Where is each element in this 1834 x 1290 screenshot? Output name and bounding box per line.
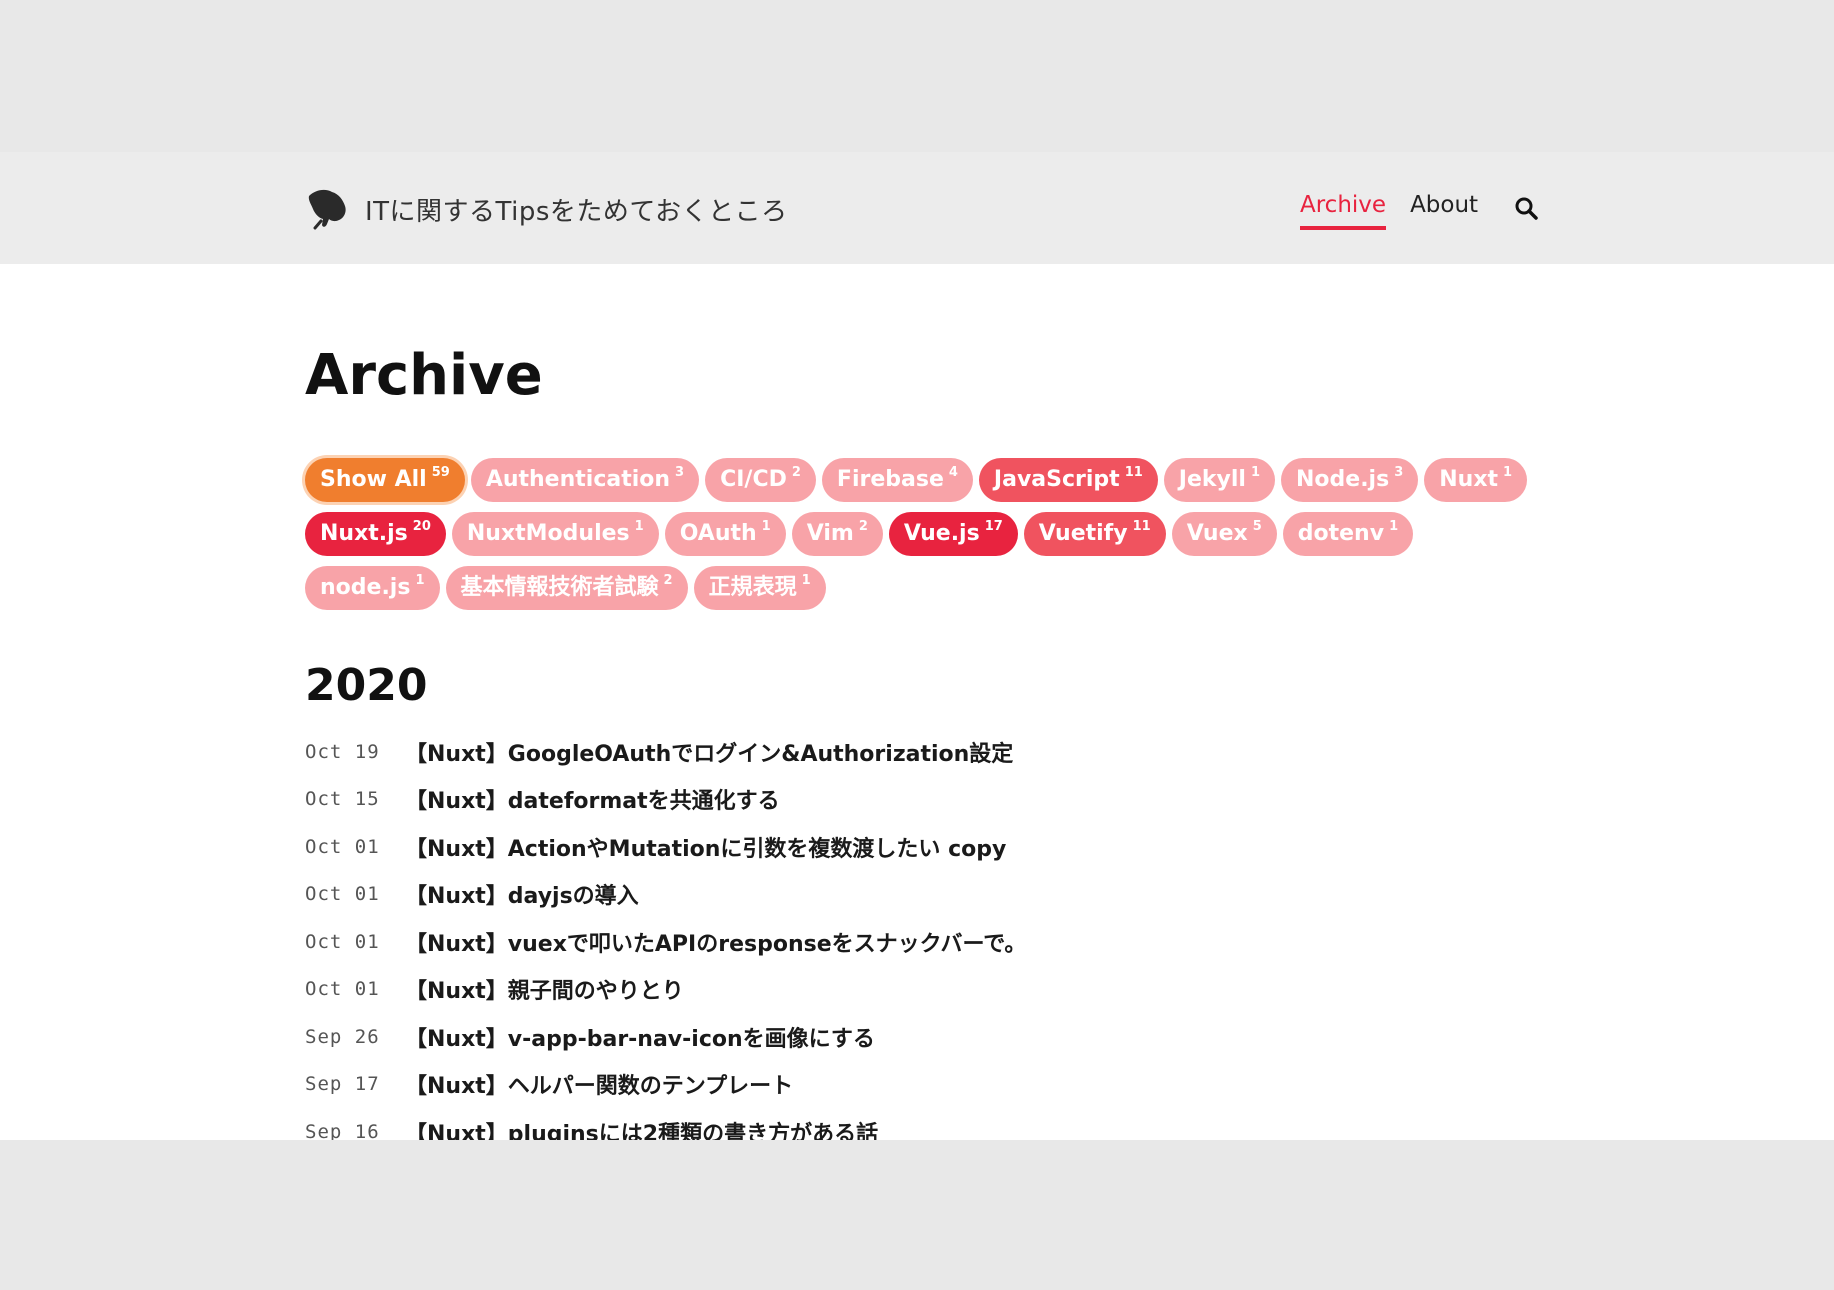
post-date: Sep 26 [305, 1025, 380, 1048]
browser-viewport: ITに関するTipsをためておくところ Archive About Archiv… [0, 152, 1834, 1140]
tag-label: Vim [806, 521, 854, 546]
tag-label: Vuetify [1038, 521, 1128, 546]
tag-count: 11 [1124, 465, 1143, 480]
tag-count: 17 [984, 519, 1003, 534]
post-date: Oct 01 [305, 835, 380, 858]
post-row: Oct 19 【Nuxt】GoogleOAuthでログイン&Authorizati… [305, 728, 1535, 776]
post-date: Sep 16 [305, 1120, 380, 1140]
post-date: Oct 19 [305, 740, 380, 763]
tag-filter-button[interactable]: node.js 1 [305, 566, 440, 610]
tag-filter-button[interactable]: Node.js 3 [1281, 458, 1419, 502]
search-icon [1515, 197, 1538, 220]
tag-label: Show All [320, 467, 427, 492]
tag-count: 11 [1132, 519, 1151, 534]
site-header: ITに関するTipsをためておくところ Archive About [0, 152, 1834, 264]
tag-filter-button[interactable]: 基本情報技術者試験 2 [445, 566, 688, 610]
tag-count: 2 [663, 573, 673, 588]
tag-label: 基本情報技術者試験 [460, 575, 659, 600]
tag-label: Node.js [1296, 467, 1390, 492]
tag-label: Firebase [836, 467, 944, 492]
post-row: Oct 01 【Nuxt】ActionやMutationに引数を複数渡したい co… [305, 823, 1535, 871]
tag-filter-button[interactable]: 正規表現 1 [693, 566, 826, 610]
post-title-link[interactable]: 【Nuxt】dateformatを共通化する [405, 783, 780, 815]
tag-filter-button[interactable]: Jekyll 1 [1163, 458, 1275, 502]
tag-filter-list: Show All 59 Authentication 3 CI/CD 2 Firebase 4… [305, 458, 1535, 610]
tag-label: Authentication [485, 467, 671, 492]
tag-count: 1 [1389, 519, 1399, 534]
tag-filter-button[interactable]: OAuth 1 [664, 512, 786, 556]
tag-count: 1 [634, 519, 644, 534]
tag-filter-button[interactable]: Nuxt 1 [1424, 458, 1528, 502]
post-title-link[interactable]: 【Nuxt】GoogleOAuthでログイン&Authorization設定 [405, 736, 1013, 768]
post-title-link[interactable]: 【Nuxt】ヘルパー関数のテンプレート [405, 1068, 793, 1100]
tag-filter-button[interactable]: Vuex 5 [1171, 512, 1277, 556]
post-row: Sep 16 【Nuxt】pluginsには2種類の書き方がある話 [305, 1108, 1535, 1140]
post-row: Oct 01 【Nuxt】vuexで叩いたAPIのresponseをスナックバーで… [305, 918, 1535, 966]
tag-filter-button[interactable]: JavaScript 11 [978, 458, 1158, 502]
post-row: Sep 17 【Nuxt】ヘルパー関数のテンプレート [305, 1061, 1535, 1109]
tag-label: 正規表現 [708, 575, 797, 600]
tag-count: 1 [415, 573, 425, 588]
post-date: Oct 01 [305, 930, 380, 953]
post-list: Oct 19 【Nuxt】GoogleOAuthでログイン&Authorizati… [305, 728, 1535, 1140]
tag-label: OAuth [679, 521, 757, 546]
tag-count: 3 [1394, 465, 1404, 480]
tag-label: node.js [320, 575, 411, 600]
tag-count: 20 [412, 519, 431, 534]
tag-count: 3 [675, 465, 685, 480]
tag-label: Vue.js [903, 521, 980, 546]
post-date: Sep 17 [305, 1073, 380, 1096]
post-row: Oct 15 【Nuxt】dateformatを共通化する [305, 776, 1535, 824]
year-heading: 2020 [305, 660, 428, 711]
post-row: Oct 01 【Nuxt】親子間のやりとり [305, 966, 1535, 1014]
site-title[interactable]: ITに関するTipsをためておくところ [365, 191, 788, 228]
post-title-link[interactable]: 【Nuxt】v-app-bar-nav-iconを画像にする [405, 1021, 875, 1053]
post-title-link[interactable]: 【Nuxt】pluginsには2種類の書き方がある話 [405, 1116, 878, 1140]
tag-count: 1 [1503, 465, 1513, 480]
nav-archive-link[interactable]: Archive [1300, 192, 1387, 230]
tag-count: 4 [948, 465, 958, 480]
post-title-link[interactable]: 【Nuxt】vuexで叩いたAPIのresponseをスナックバーで。 [405, 926, 1026, 958]
ginkgo-leaf-icon [308, 189, 346, 230]
tag-filter-button[interactable]: Vim 2 [791, 512, 883, 556]
page-title: Archive [305, 343, 543, 408]
tag-filter-button[interactable]: Vue.js 17 [888, 512, 1018, 556]
tag-filter-button[interactable]: Firebase 4 [821, 458, 973, 502]
tag-label: dotenv [1297, 521, 1385, 546]
tag-count: 2 [858, 519, 868, 534]
tag-label: NuxtModules [466, 521, 630, 546]
tag-count: 1 [1250, 465, 1260, 480]
tag-label: JavaScript [993, 467, 1120, 492]
tag-label: Nuxt [1439, 467, 1499, 492]
tag-count: 1 [761, 519, 771, 534]
tag-count: 2 [791, 465, 801, 480]
tag-filter-button[interactable]: Show All 59 [305, 458, 465, 502]
tag-label: Jekyll [1178, 467, 1246, 492]
post-date: Oct 01 [305, 883, 380, 906]
post-title-link[interactable]: 【Nuxt】dayjsの導入 [405, 878, 639, 910]
main-content: Archive Show All 59 Authentication 3 CI/CD 2 F… [305, 348, 1535, 1140]
tag-filter-button[interactable]: Authentication 3 [470, 458, 700, 502]
post-row: Sep 26 【Nuxt】v-app-bar-nav-iconを画像にする [305, 1013, 1535, 1061]
tag-label: Nuxt.js [320, 521, 408, 546]
tag-count: 1 [801, 573, 811, 588]
tag-count: 5 [1252, 519, 1262, 534]
tag-label: CI/CD [720, 467, 787, 492]
tag-label: Vuex [1186, 521, 1248, 546]
main-nav: Archive About [1300, 192, 1540, 230]
tag-filter-button[interactable]: Nuxt.js 20 [305, 512, 446, 556]
post-title-link[interactable]: 【Nuxt】親子間のやりとり [405, 973, 684, 1005]
search-button[interactable] [1512, 194, 1540, 222]
post-row: Oct 01 【Nuxt】dayjsの導入 [305, 871, 1535, 919]
post-title-link[interactable]: 【Nuxt】ActionやMutationに引数を複数渡したい copy [405, 831, 1006, 863]
tag-count: 59 [431, 465, 450, 480]
post-date: Oct 15 [305, 788, 380, 811]
post-date: Oct 01 [305, 978, 380, 1001]
tag-filter-button[interactable]: NuxtModules 1 [451, 512, 659, 556]
tag-filter-button[interactable]: CI/CD 2 [705, 458, 816, 502]
tag-filter-button[interactable]: Vuetify 11 [1023, 512, 1166, 556]
nav-about-link[interactable]: About [1410, 192, 1478, 224]
tag-filter-button[interactable]: dotenv 1 [1282, 512, 1414, 556]
brand[interactable]: ITに関するTipsをためておくところ [305, 188, 788, 230]
